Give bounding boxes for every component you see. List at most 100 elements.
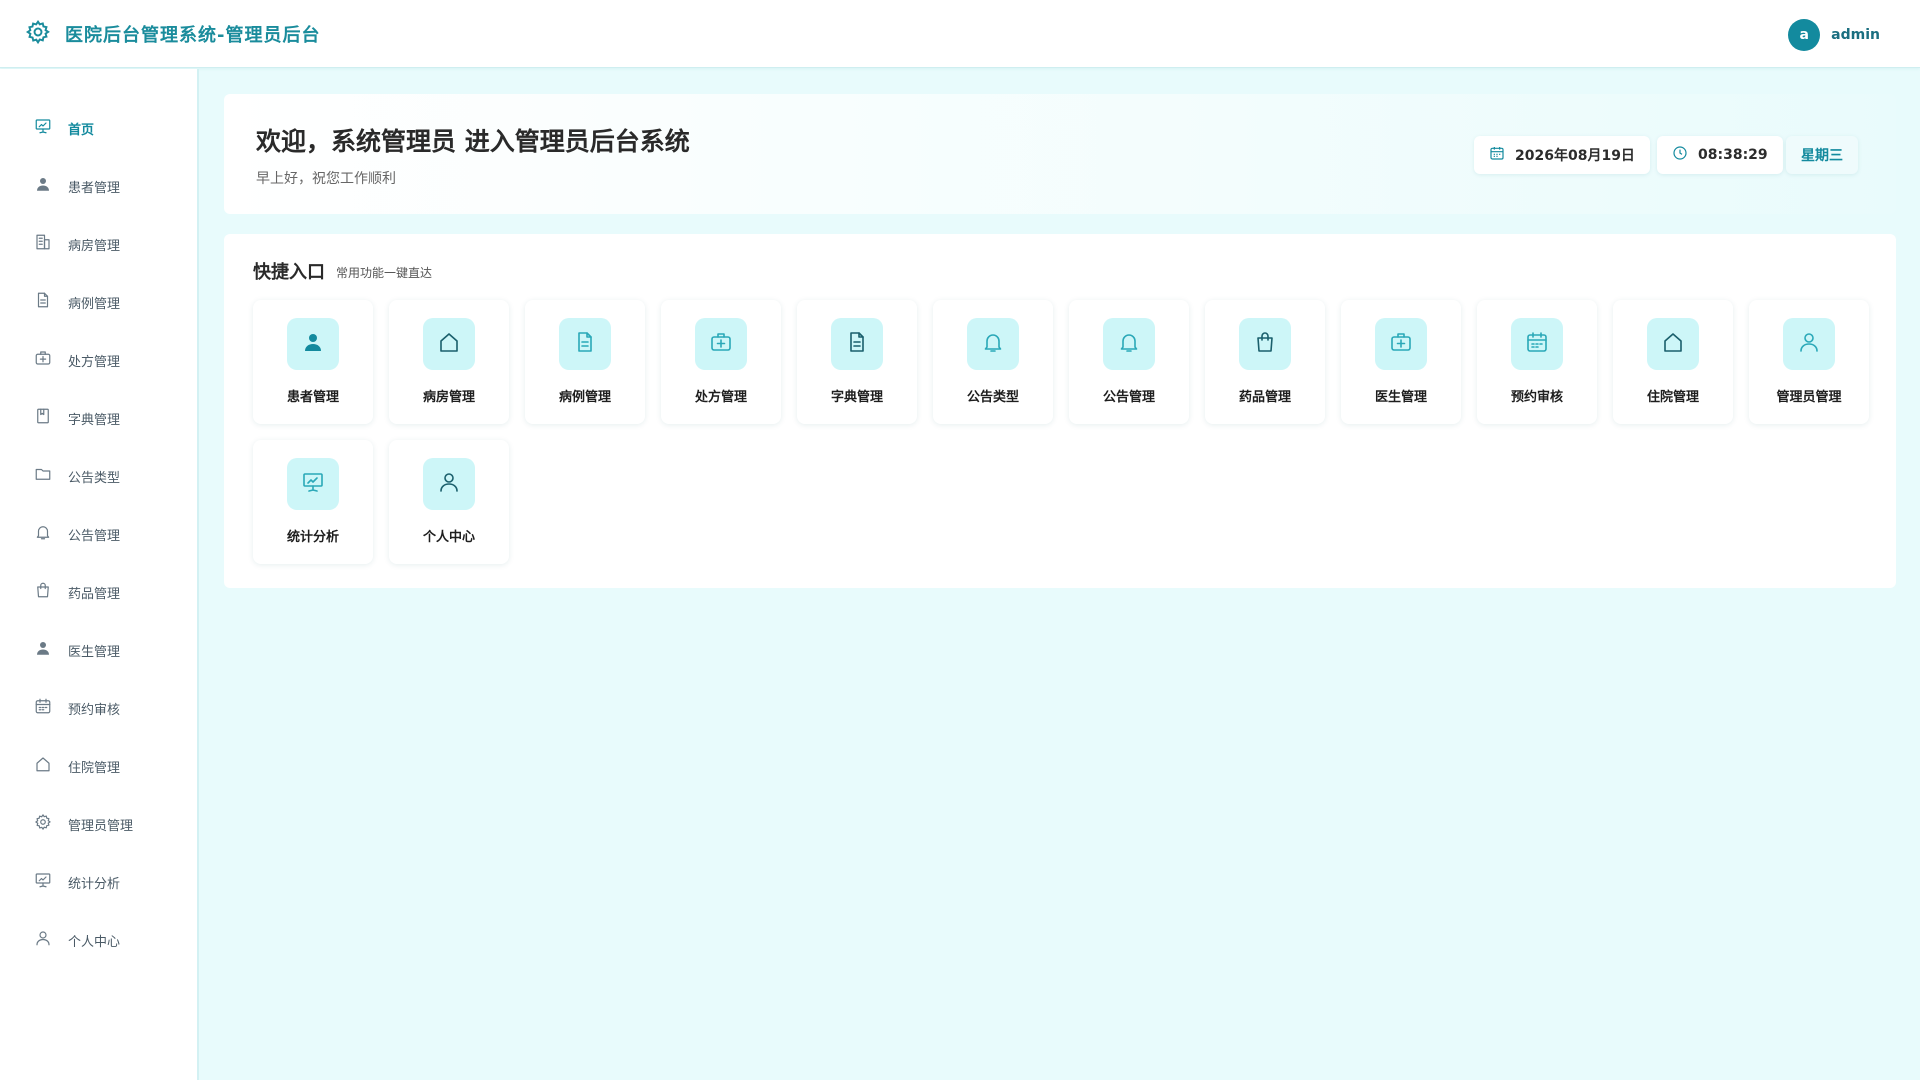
sidebar-item-label: 字典管理 [68, 412, 121, 428]
sidebar-item-13[interactable]: 管理员管理 [34, 812, 133, 836]
tile-icon-box [287, 458, 339, 510]
quick-tile-3[interactable]: 病例管理 [525, 300, 645, 424]
sidebar-item-9[interactable]: 药品管理 [34, 580, 120, 604]
bell-icon [981, 330, 1005, 358]
folder-icon [34, 465, 52, 487]
user-menu[interactable]: a admin [1788, 19, 1880, 51]
quick-tile-14[interactable]: 个人中心 [389, 440, 509, 564]
tile-icon-box [1239, 318, 1291, 370]
sidebar-item-label: 病例管理 [68, 296, 121, 312]
app-title: 医院后台管理系统-管理员后台 [65, 24, 321, 46]
tile-icon-box [967, 318, 1019, 370]
calendar-icon [1525, 330, 1549, 358]
house-icon [437, 330, 461, 358]
sidebar-item-label: 预约审核 [68, 702, 121, 718]
quick-entry-card: 快捷入口 常用功能一键直达 患者管理 病房管理 病例管理 处方管理 字典管理 公告类型 公告… [224, 234, 1896, 588]
bell-icon [34, 523, 52, 545]
tile-label: 药品管理 [1238, 390, 1291, 405]
sidebar-item-14[interactable]: 统计分析 [34, 870, 120, 894]
avatar[interactable]: a [1788, 19, 1821, 51]
tile-label: 管理员管理 [1776, 390, 1842, 405]
tile-label: 统计分析 [286, 530, 339, 545]
quick-tile-8[interactable]: 药品管理 [1205, 300, 1325, 424]
tile-icon-box [287, 318, 339, 370]
sidebar-item-label: 公告类型 [68, 470, 121, 486]
quick-entry-subtitle: 常用功能一键直达 [336, 266, 433, 280]
sidebar-item-label: 患者管理 [68, 180, 121, 196]
welcome-subtitle: 早上好，祝您工作顺利 [256, 171, 396, 187]
sidebar-item-label: 处方管理 [68, 354, 121, 370]
presentation-chart-icon [34, 871, 52, 893]
quick-tile-2[interactable]: 病房管理 [389, 300, 509, 424]
quick-tile-6[interactable]: 公告类型 [933, 300, 1053, 424]
tile-icon-box [559, 318, 611, 370]
clock-icon [1672, 145, 1698, 165]
sidebar-item-3[interactable]: 病房管理 [34, 232, 120, 256]
shopping-bag-icon [1253, 330, 1277, 358]
quick-tile-5[interactable]: 字典管理 [797, 300, 917, 424]
welcome-card: 欢迎，系统管理员 进入管理员后台系统 早上好，祝您工作顺利 2026年08月19… [224, 94, 1896, 214]
top-header: 医院后台管理系统-管理员后台 a admin [0, 0, 1920, 68]
sidebar: 首页患者管理病房管理病例管理处方管理字典管理公告类型公告管理药品管理医生管理预约… [0, 69, 199, 1080]
first-aid-kit-icon [709, 330, 733, 358]
quick-tile-11[interactable]: 住院管理 [1613, 300, 1733, 424]
time-text: 08:38:29 [1698, 147, 1768, 163]
house-icon [1661, 330, 1685, 358]
shopping-bag-icon [34, 581, 52, 603]
tile-icon-box [1783, 318, 1835, 370]
quick-tile-12[interactable]: 管理员管理 [1749, 300, 1869, 424]
first-aid-kit-icon [34, 349, 52, 371]
brand: 医院后台管理系统-管理员后台 [25, 19, 320, 49]
tile-label: 字典管理 [830, 390, 883, 405]
building-icon [34, 233, 52, 255]
user-outline-icon [1797, 330, 1821, 358]
gear-icon [25, 19, 51, 49]
quick-tile-4[interactable]: 处方管理 [661, 300, 781, 424]
tile-label: 个人中心 [422, 530, 475, 545]
tile-label: 公告类型 [966, 390, 1019, 405]
quick-tile-9[interactable]: 医生管理 [1341, 300, 1461, 424]
sidebar-item-label: 个人中心 [68, 934, 121, 950]
quick-tile-13[interactable]: 统计分析 [253, 440, 373, 564]
calendar-icon [1489, 145, 1515, 165]
quick-tile-10[interactable]: 预约审核 [1477, 300, 1597, 424]
sidebar-item-label: 首页 [68, 122, 95, 138]
sidebar-item-label: 医生管理 [68, 644, 121, 660]
sidebar-item-label: 药品管理 [68, 586, 121, 602]
sidebar-item-5[interactable]: 处方管理 [34, 348, 120, 372]
sidebar-item-2[interactable]: 患者管理 [34, 174, 120, 198]
calendar-icon [34, 697, 52, 719]
tile-icon-box [1103, 318, 1155, 370]
sidebar-item-label: 统计分析 [68, 876, 121, 892]
bell-icon [1117, 330, 1141, 358]
user-filled-icon [34, 175, 52, 197]
sidebar-item-15[interactable]: 个人中心 [34, 928, 120, 952]
sidebar-item-label: 病房管理 [68, 238, 121, 254]
date-text: 2026年08月19日 [1515, 148, 1635, 164]
quick-tile-1[interactable]: 患者管理 [253, 300, 373, 424]
tile-icon-box [831, 318, 883, 370]
username[interactable]: admin [1831, 27, 1880, 43]
presentation-chart-icon [34, 117, 52, 139]
sidebar-item-7[interactable]: 公告类型 [34, 464, 120, 488]
house-icon [34, 755, 52, 777]
sidebar-item-label: 住院管理 [68, 760, 121, 776]
tile-icon-box [1647, 318, 1699, 370]
date-chip: 2026年08月19日 [1474, 136, 1650, 174]
tile-icon-box [423, 458, 475, 510]
sidebar-item-10[interactable]: 医生管理 [34, 638, 120, 662]
weekday-chip: 星期三 [1786, 136, 1858, 174]
sidebar-item-12[interactable]: 住院管理 [34, 754, 120, 778]
sidebar-item-11[interactable]: 预约审核 [34, 696, 120, 720]
quick-tile-7[interactable]: 公告管理 [1069, 300, 1189, 424]
tile-label: 住院管理 [1646, 390, 1699, 405]
sidebar-item-8[interactable]: 公告管理 [34, 522, 120, 546]
user-outline-icon [437, 470, 461, 498]
sidebar-item-6[interactable]: 字典管理 [34, 406, 120, 430]
document-icon [34, 291, 52, 313]
tile-label: 医生管理 [1374, 390, 1427, 405]
tile-label: 处方管理 [694, 390, 747, 405]
sidebar-item-4[interactable]: 病例管理 [34, 290, 120, 314]
sidebar-item-1[interactable]: 首页 [34, 116, 94, 140]
user-filled-icon [301, 330, 325, 358]
